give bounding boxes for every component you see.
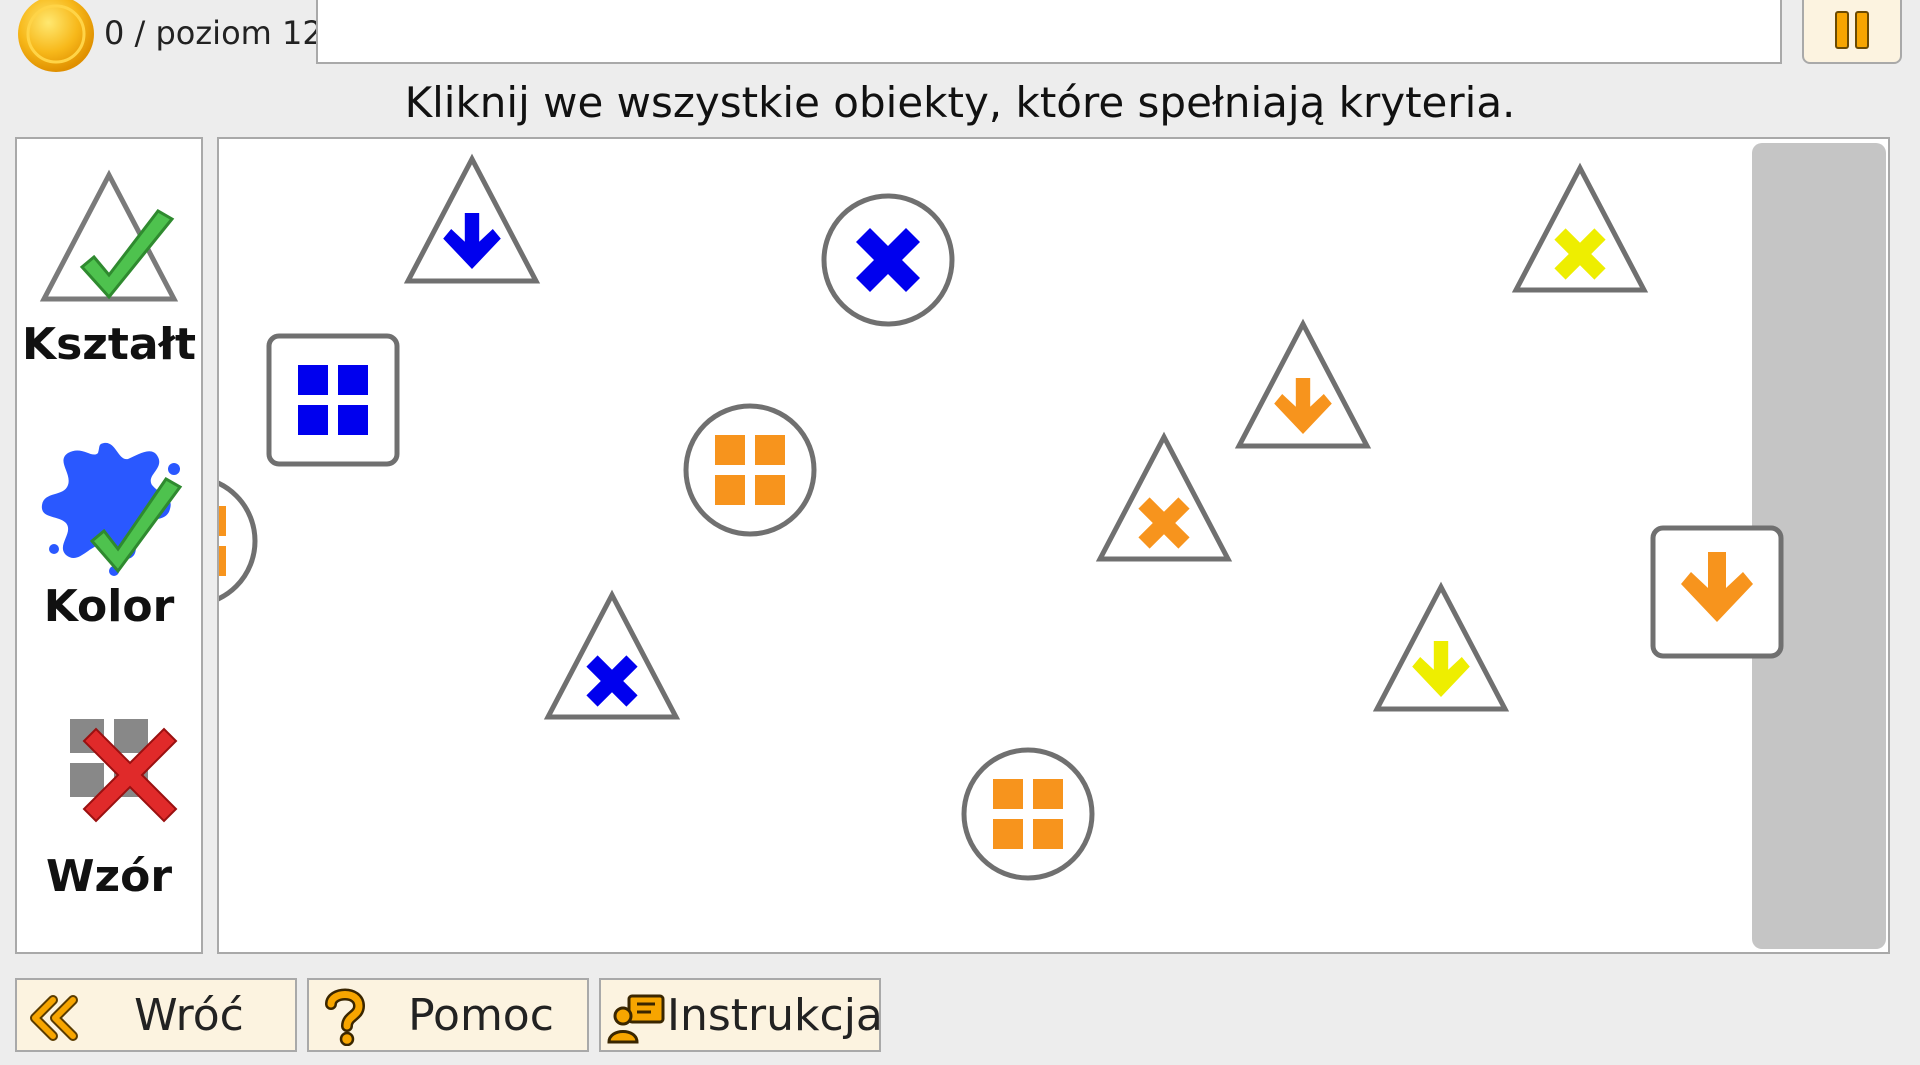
object-orange-grid-circle[interactable] <box>217 471 261 611</box>
pattern-cross-icon <box>70 719 178 823</box>
pause-button[interactable] <box>1802 0 1902 64</box>
help-button-label: Pomoc <box>408 990 554 1041</box>
coin-icon <box>18 0 94 72</box>
object-yellow-cross-triangle[interactable] <box>1510 160 1650 300</box>
criterion-color-label: Kolor <box>43 581 175 632</box>
instructions-button-label: Instrukcja <box>667 990 883 1041</box>
back-button[interactable]: Wróć <box>15 978 297 1052</box>
criterion-shape-label: Kształt <box>22 319 196 370</box>
progress-bar <box>316 0 1782 64</box>
question-mark-icon <box>325 988 366 1046</box>
object-orange-arrow-square[interactable] <box>1647 522 1787 662</box>
help-button[interactable]: Pomoc <box>307 978 589 1052</box>
level-text: poziom 12 <box>155 14 323 52</box>
double-chevron-left-icon <box>30 995 78 1041</box>
instruction-text: Kliknij we wszystkie obiekty, które speł… <box>404 78 1516 127</box>
back-button-label: Wróć <box>134 990 244 1041</box>
object-orange-arrow-triangle[interactable] <box>1233 316 1373 456</box>
criteria-panel: Kształt Kolor Wzór <box>15 137 203 954</box>
score-value: 0 <box>104 14 125 52</box>
criterion-pattern: Wzór <box>17 699 201 902</box>
presentation-icon <box>607 994 665 1044</box>
object-blue-cross-triangle[interactable] <box>542 587 682 727</box>
pause-icon <box>1835 11 1869 49</box>
object-orange-grid-circle[interactable] <box>958 744 1098 884</box>
triangle-check-icon <box>39 169 179 302</box>
object-orange-grid-circle[interactable] <box>680 400 820 540</box>
criterion-pattern-label: Wzór <box>45 851 173 902</box>
criterion-color: Kolor <box>17 429 201 632</box>
instructions-button[interactable]: Instrukcja <box>599 978 883 1052</box>
criterion-shape: Kształt <box>17 167 201 370</box>
object-blue-grid-square[interactable] <box>263 330 403 470</box>
paint-splash-check-icon <box>41 442 183 576</box>
score-display: 0 / poziom 12 <box>104 14 323 52</box>
score-separator: / <box>134 14 146 52</box>
game-board <box>217 137 1890 954</box>
object-blue-cross-circle[interactable] <box>818 190 958 330</box>
object-orange-cross-triangle[interactable] <box>1094 429 1234 569</box>
object-yellow-arrow-triangle[interactable] <box>1371 579 1511 719</box>
object-blue-arrow-triangle[interactable] <box>402 151 542 291</box>
